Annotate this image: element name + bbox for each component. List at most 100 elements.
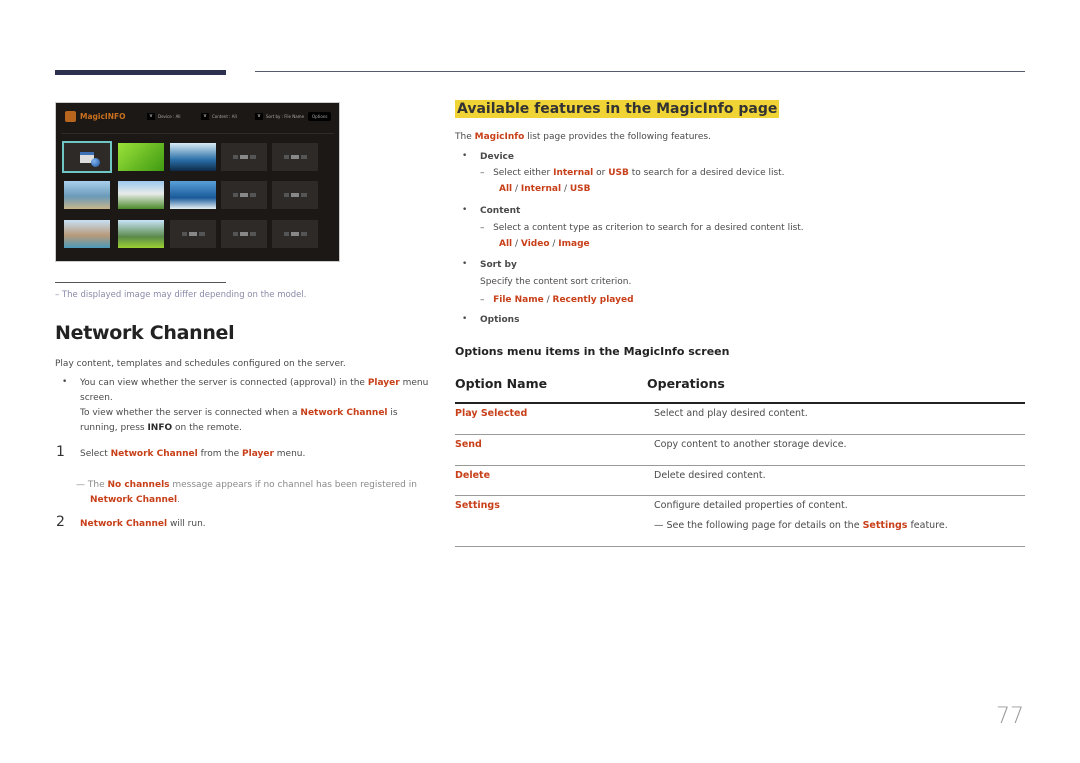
highlight: Internal xyxy=(553,168,594,178)
bullet-dot: • xyxy=(462,314,468,324)
device-filter-label: Device : All xyxy=(158,114,181,119)
media-type-icon xyxy=(283,232,289,236)
highlight: Network Channel xyxy=(80,519,168,529)
step-2: Network Channel will run. xyxy=(80,517,206,532)
media-type-icon xyxy=(300,232,307,236)
media-type-icon xyxy=(232,155,238,159)
empty-content-tile[interactable] xyxy=(272,143,318,171)
text: See the following page for details on th… xyxy=(666,520,863,531)
empty-content-tile[interactable] xyxy=(221,181,267,209)
content-tile-image-flowers[interactable] xyxy=(118,181,164,209)
step-number: 2 xyxy=(56,514,65,530)
bold-info: INFO xyxy=(147,423,173,433)
content-tile-image-field[interactable] xyxy=(118,220,164,248)
option: Video xyxy=(520,239,550,249)
feature-device: Device xyxy=(480,152,514,162)
magicinfo-logo: MagicINFO xyxy=(65,111,125,122)
table-row: Play Selected Select and play desired co… xyxy=(455,404,1025,435)
step-1: Select Network Channel from the Player m… xyxy=(80,447,305,462)
media-type-icon xyxy=(249,193,256,197)
table-row: Send Copy content to another storage dev… xyxy=(455,435,1025,466)
media-type-icon xyxy=(232,193,238,197)
sortby-options: – File Name / Recently played xyxy=(480,295,634,305)
sort-filter[interactable]: v Sort by : File Name xyxy=(255,113,304,120)
media-type-icon xyxy=(188,232,197,236)
content-tile-image-leaves[interactable] xyxy=(118,143,164,171)
settings-note: — See the following page for details on … xyxy=(654,520,948,531)
server-status-bullet: You can view whether the server is conne… xyxy=(80,376,430,436)
magicinfo-cube-icon xyxy=(65,111,76,122)
content-filter[interactable]: v Content : All xyxy=(201,113,237,120)
sort-filter-label: Sort by : File Name xyxy=(266,114,305,119)
empty-content-tile[interactable] xyxy=(221,143,267,171)
empty-content-tile[interactable] xyxy=(221,220,267,248)
intro-text: Play content, templates and schedules co… xyxy=(55,359,346,369)
content-options: All / Video / Image xyxy=(499,239,590,249)
feature-sortby-desc: Specify the content sort criterion. xyxy=(480,277,632,287)
step-number: 1 xyxy=(56,444,65,460)
option: Recently played xyxy=(552,295,634,305)
option: All xyxy=(499,184,513,194)
bullet-dot: • xyxy=(462,151,468,161)
feature-device-desc: – Select either Internal or USB to searc… xyxy=(480,168,785,178)
content-tile-image-family[interactable] xyxy=(64,220,110,248)
option-desc: Copy content to another storage device. xyxy=(654,439,847,450)
content-tile-image-birds[interactable] xyxy=(170,143,216,171)
media-type-icon xyxy=(198,232,205,236)
magicinfo-logo-text: MagicINFO xyxy=(80,112,126,121)
text: list page provides the following feature… xyxy=(524,132,711,142)
calendar-icon xyxy=(80,151,100,167)
device-filter[interactable]: v Device : All xyxy=(147,113,181,120)
section-title: Network Channel xyxy=(55,322,235,344)
highlight-player: Player xyxy=(367,378,400,388)
header-accent-bar xyxy=(55,70,226,75)
text: . xyxy=(177,495,180,505)
text: or xyxy=(593,168,609,178)
media-type-icon xyxy=(300,193,307,197)
options-button[interactable]: Options xyxy=(308,112,332,121)
text: The xyxy=(87,480,108,490)
empty-content-tile[interactable] xyxy=(272,220,318,248)
text: message appears if no channel has been r… xyxy=(169,480,417,490)
media-type-icon xyxy=(300,155,307,159)
magicinfo-screenshot: MagicINFO v Device : All v Content : All v… xyxy=(55,102,340,262)
schedule-tile[interactable] xyxy=(62,141,112,173)
media-type-icon xyxy=(239,155,248,159)
option-name: Play Selected xyxy=(455,408,528,419)
chevron-down-icon: v xyxy=(201,113,209,120)
empty-content-tile[interactable] xyxy=(272,181,318,209)
header-option-name: Option Name xyxy=(455,376,548,391)
text: Select either xyxy=(493,168,554,178)
feature-options: Options xyxy=(480,315,520,325)
media-type-icon xyxy=(239,193,248,197)
options-menu-title: Options menu items in the MagicInfo scre… xyxy=(455,345,730,358)
content-tile-image-wave[interactable] xyxy=(170,181,216,209)
step-1-note: — The No channels message appears if no … xyxy=(76,480,417,505)
text: feature. xyxy=(907,520,948,531)
highlight-network-channel: Network Channel xyxy=(300,408,388,418)
model-note: – The displayed image may differ dependi… xyxy=(55,290,307,300)
model-note-text: The displayed image may differ depending… xyxy=(61,290,307,300)
highlight: MagicInfo xyxy=(474,132,525,142)
option-name: Delete xyxy=(455,470,491,481)
content-tile-image-children[interactable] xyxy=(64,181,110,209)
option-name: Settings xyxy=(455,500,500,511)
bullet-dot: • xyxy=(462,259,468,269)
highlight: No channels xyxy=(107,480,170,490)
media-type-icon xyxy=(283,193,289,197)
text: on the remote. xyxy=(172,423,242,433)
page-number: 77 xyxy=(996,704,1024,729)
empty-content-tile[interactable] xyxy=(170,220,216,248)
option: USB xyxy=(569,184,591,194)
text: menu. xyxy=(273,449,306,459)
highlight: Network Channel xyxy=(90,495,178,505)
features-title: Available features in the MagicInfo page xyxy=(455,100,780,118)
features-intro: The MagicInfo list page provides the fol… xyxy=(455,130,711,145)
media-type-icon xyxy=(239,232,248,236)
media-type-icon xyxy=(249,155,256,159)
option: File Name xyxy=(493,295,544,305)
text: To view whether the server is connected … xyxy=(80,408,301,418)
text: will run. xyxy=(167,519,206,529)
media-type-icon xyxy=(290,155,299,159)
feature-content: Content xyxy=(480,206,521,216)
